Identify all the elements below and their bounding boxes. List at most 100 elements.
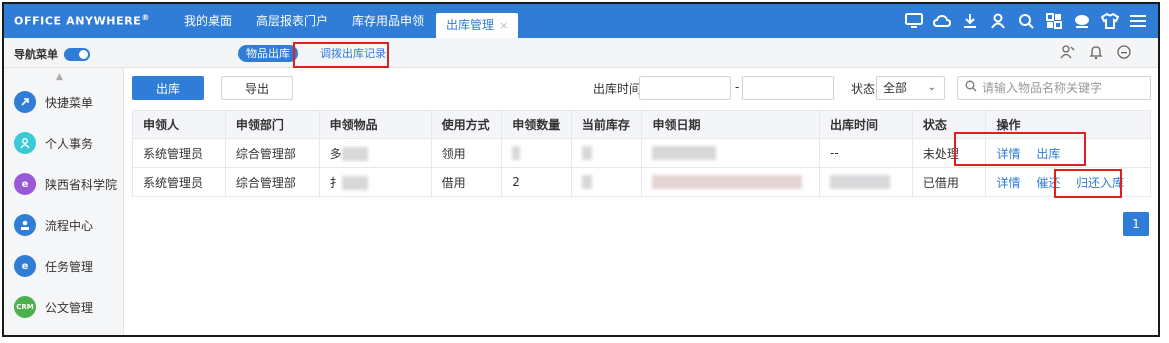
col-header-usage: 使用方式 — [430, 110, 503, 139]
sidebar-item-personal[interactable]: 个人事务 — [4, 123, 124, 163]
app-window: OFFICE ANYWHERE® 我的桌面 高层报表门户 库存用品申领 出库管理… — [2, 2, 1160, 337]
status-select-value: 全部 — [883, 81, 908, 95]
col-header-applicant: 申领人 — [132, 110, 226, 139]
redacted-block — [341, 147, 368, 161]
person-icon — [14, 132, 36, 154]
sidebar-item-tasks[interactable]: e 任务管理 — [4, 246, 124, 286]
nav-menu-label: 导航菜单 — [14, 48, 58, 61]
redacted-block — [652, 175, 803, 190]
download-icon[interactable] — [960, 11, 980, 31]
time-separator: - — [735, 80, 740, 94]
scroll-up-icon[interactable]: ▲ — [56, 72, 63, 82]
user-icon[interactable] — [988, 11, 1008, 31]
redacted-block — [581, 146, 592, 161]
col-header-stock: 当前库存 — [570, 110, 643, 139]
sidebar-item-label: 公文管理 — [45, 300, 94, 315]
cloud-icon[interactable] — [932, 11, 952, 31]
sidebar-item-documents[interactable]: CRM 公文管理 — [4, 287, 124, 327]
search-icon — [965, 77, 977, 99]
cell-status: 已借用 — [911, 167, 987, 197]
redacted-block — [512, 146, 521, 161]
cell-applicant: 系统管理员 — [132, 138, 226, 168]
highlight-box-transfer-records — [293, 42, 389, 68]
cell-date — [641, 138, 821, 168]
secondary-icon-bar — [1060, 44, 1132, 63]
tab-strip: 我的桌面 高层报表门户 库存用品申领 出库管理 × — [172, 4, 519, 38]
tab-report-portal[interactable]: 高层报表门户 — [244, 4, 340, 38]
chevron-down-icon: ⌄ — [927, 82, 936, 93]
nav-menu-toggle[interactable]: 导航菜单 — [14, 46, 90, 62]
cell-date — [641, 167, 821, 197]
outbound-time-label: 出库时间: — [593, 82, 646, 96]
redacted-block — [830, 175, 891, 190]
cell-stock — [570, 167, 643, 197]
toggle-switch[interactable] — [64, 47, 90, 61]
secondary-bar: 导航菜单 物品出库 调拨出库记录 — [4, 38, 1158, 68]
cell-quantity — [501, 138, 572, 168]
start-time-input[interactable] — [639, 76, 731, 100]
end-time-input[interactable] — [742, 76, 834, 100]
export-button[interactable]: 导出 — [221, 76, 293, 100]
sidebar-item-label: 个人事务 — [45, 136, 94, 151]
monitor-icon[interactable] — [904, 11, 924, 31]
ie-icon: e — [14, 255, 36, 277]
search-icon[interactable] — [1016, 11, 1036, 31]
sidebar-item-label: 快捷菜单 — [45, 95, 94, 110]
redacted-block — [341, 176, 368, 190]
cell-department: 综合管理部 — [224, 138, 320, 168]
col-header-quantity: 申领数量 — [501, 110, 572, 139]
col-header-date: 申领日期 — [641, 110, 821, 139]
main-content: 出库 导出 出库时间: - 状态: 全部 ⌄ 请输入物品名称关键字 申领人 申领… — [125, 68, 1158, 335]
shortcut-icon — [14, 91, 36, 113]
redacted-block — [652, 146, 717, 161]
sidebar-item-label: 陕西省科学院 — [45, 177, 118, 192]
sidebar-item-label: 任务管理 — [45, 259, 94, 274]
detail-link[interactable]: 详情 — [996, 176, 1020, 190]
tab-outbound-management[interactable]: 出库管理 × — [436, 13, 519, 38]
app-logo: OFFICE ANYWHERE® — [14, 13, 151, 28]
cell-item: 多 — [318, 138, 432, 168]
cell-department: 综合管理部 — [224, 167, 320, 197]
cell-quantity: 2 — [501, 167, 572, 197]
cell-usage: 领用 — [430, 138, 503, 168]
pagination-page-1[interactable]: 1 — [1123, 212, 1149, 236]
cell-out-time: -- — [819, 138, 913, 168]
highlight-box-return-stock — [1054, 169, 1122, 198]
col-header-department: 申领部门 — [224, 110, 320, 139]
outbound-button[interactable]: 出库 — [132, 76, 204, 100]
sidebar-item-label: 流程中心 — [45, 218, 94, 233]
cell-stock — [570, 138, 643, 168]
ie-icon: e — [14, 173, 36, 195]
redacted-block — [581, 175, 592, 190]
org-user-icon[interactable] — [1060, 44, 1076, 63]
cell-usage: 借用 — [430, 167, 503, 197]
chat-icon[interactable] — [1072, 11, 1092, 31]
search-placeholder: 请输入物品名称关键字 — [982, 81, 1103, 95]
shirt-icon[interactable] — [1100, 11, 1120, 31]
col-header-item: 申领物品 — [318, 110, 432, 139]
workflow-icon — [14, 214, 36, 236]
sidebar-item-academy[interactable]: e 陕西省科学院 — [4, 164, 124, 204]
highlight-box-row1-actions — [954, 132, 1086, 166]
sidebar-item-shortcut[interactable]: 快捷菜单 — [4, 82, 124, 122]
bell-icon[interactable] — [1088, 44, 1104, 63]
table-row: 系统管理员 综合管理部 扌 借用 2 已借用 详情 催还 归还入库 — [132, 167, 1151, 197]
crm-icon: CRM — [14, 296, 36, 318]
tab-close-icon[interactable]: × — [499, 19, 508, 32]
top-icon-bar — [904, 4, 1148, 38]
search-input[interactable]: 请输入物品名称关键字 — [957, 76, 1151, 100]
status-label: 状态: — [851, 82, 880, 96]
menu-icon[interactable] — [1128, 11, 1148, 31]
sidebar-item-workflow[interactable]: 流程中心 — [4, 205, 124, 245]
cell-out-time — [819, 167, 913, 197]
sidebar: ▲ 快捷菜单 个人事务 e 陕西省科学院 流程中心 e 任务管理 CRM 公文管… — [4, 68, 124, 335]
chat-bubble-icon[interactable] — [1116, 44, 1132, 63]
status-select[interactable]: 全部 ⌄ — [876, 76, 945, 100]
cell-applicant: 系统管理员 — [132, 167, 226, 197]
col-header-out-time: 出库时间 — [819, 110, 913, 139]
apps-icon[interactable] — [1044, 11, 1064, 31]
cell-item: 扌 — [318, 167, 432, 197]
subtab-item-outbound[interactable]: 物品出库 — [238, 45, 298, 62]
tab-desktop[interactable]: 我的桌面 — [172, 4, 244, 38]
tab-supplies-request[interactable]: 库存用品申领 — [340, 4, 436, 38]
